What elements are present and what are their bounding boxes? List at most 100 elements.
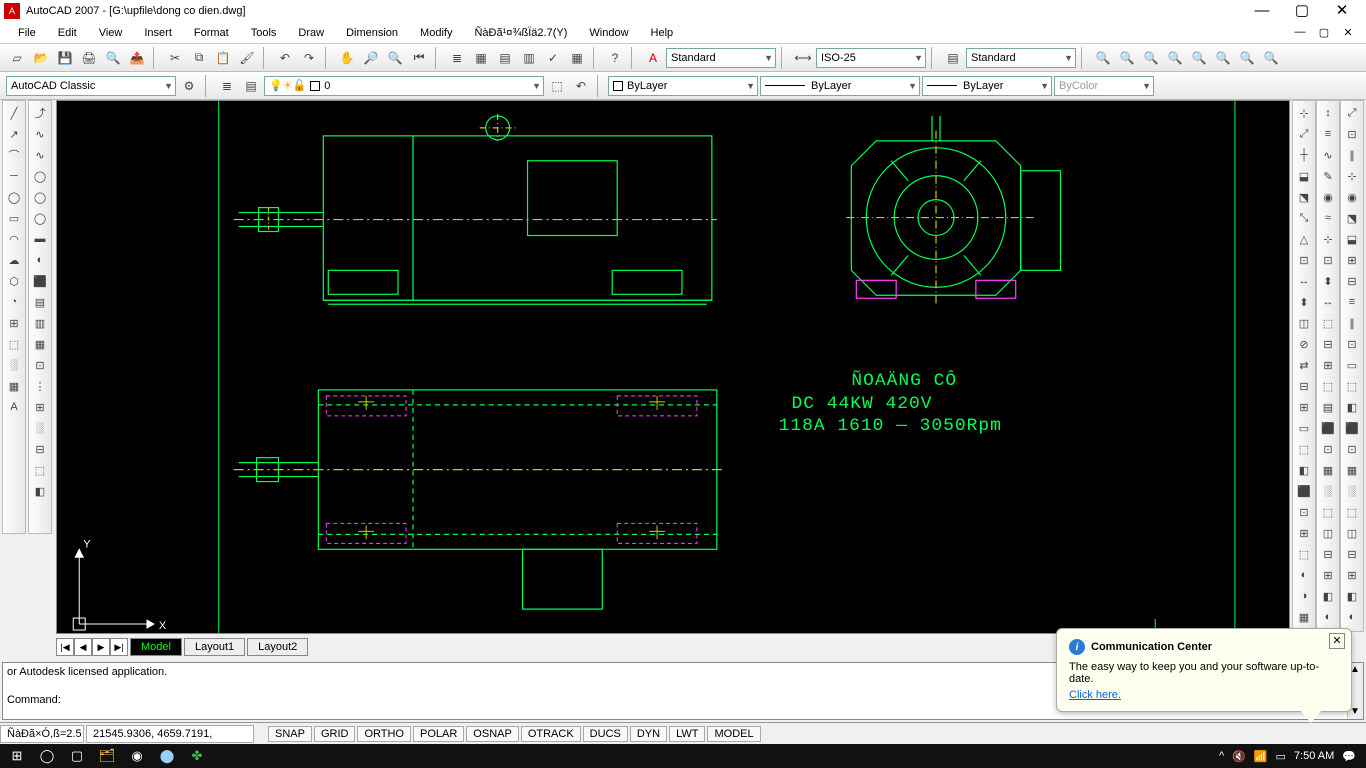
publish-icon[interactable]: 📤 (126, 47, 148, 69)
text-style-icon[interactable]: A (642, 47, 664, 69)
ssm-icon[interactable]: ▥ (518, 47, 540, 69)
chrome-icon[interactable]: ◉ (122, 744, 152, 768)
left1-btn-10[interactable]: ⊞ (4, 313, 24, 333)
right1-btn-1[interactable]: ⤢ (1294, 124, 1314, 144)
right1-btn-7[interactable]: ⊡ (1294, 250, 1314, 270)
dim-style-combo[interactable]: ISO-25▼ (816, 48, 926, 68)
app2-icon[interactable]: ✤ (182, 744, 212, 768)
redo-icon[interactable]: ↷ (298, 47, 320, 69)
zoom-rt-icon[interactable]: 🔎 (360, 47, 382, 69)
right1-btn-0[interactable]: ⊹ (1294, 103, 1314, 123)
status-toggle-model[interactable]: MODEL (707, 726, 760, 742)
linetype-combo[interactable]: ByLayer▼ (760, 76, 920, 96)
status-toggle-dyn[interactable]: DYN (630, 726, 667, 742)
left1-btn-7[interactable]: ☁ (4, 250, 24, 270)
right1-btn-21[interactable]: ⬚ (1294, 544, 1314, 564)
zoom-win-icon[interactable]: 🔍 (384, 47, 406, 69)
taskview-icon[interactable]: ▢ (62, 744, 92, 768)
right2-btn-10[interactable]: ⬚ (1318, 313, 1338, 333)
right3-btn-17[interactable]: ▦ (1342, 460, 1362, 480)
mdi-minimize-button[interactable]: — (1290, 26, 1310, 39)
dim-style-icon[interactable]: ⟷ (792, 47, 814, 69)
left1-btn-9[interactable]: ◔ (4, 292, 24, 312)
left2-btn-1[interactable]: ∿ (30, 124, 50, 144)
right2-btn-17[interactable]: ▦ (1318, 460, 1338, 480)
right3-btn-12[interactable]: ▭ (1342, 355, 1362, 375)
lineweight-combo[interactable]: ByLayer▼ (922, 76, 1052, 96)
layer-filter-icon[interactable]: ▤ (240, 75, 262, 97)
right3-btn-10[interactable]: ∥ (1342, 313, 1362, 333)
right2-btn-19[interactable]: ⬚ (1318, 502, 1338, 522)
right1-btn-13[interactable]: ⊟ (1294, 376, 1314, 396)
right2-btn-8[interactable]: ⬍ (1318, 271, 1338, 291)
right1-btn-5[interactable]: ⤡ (1294, 208, 1314, 228)
left1-btn-6[interactable]: ◠ (4, 229, 24, 249)
app1-icon[interactable]: ⬤ (152, 744, 182, 768)
right2-btn-5[interactable]: ≈ (1318, 208, 1338, 228)
table-style-combo[interactable]: Standard▼ (966, 48, 1076, 68)
right3-btn-16[interactable]: ⊡ (1342, 439, 1362, 459)
maximize-button[interactable]: ▢ (1282, 0, 1322, 22)
right1-btn-14[interactable]: ⊞ (1294, 397, 1314, 417)
zoom5-icon[interactable]: 🔍 (1188, 47, 1210, 69)
right1-btn-22[interactable]: ◐ (1294, 565, 1314, 585)
left2-btn-8[interactable]: ⬛ (30, 271, 50, 291)
right2-btn-21[interactable]: ⊟ (1318, 544, 1338, 564)
mdi-restore-button[interactable]: ▢ (1314, 26, 1334, 39)
right1-btn-8[interactable]: ↔ (1294, 271, 1314, 291)
popup-close-button[interactable]: ✕ (1329, 633, 1345, 649)
right1-btn-11[interactable]: ⊘ (1294, 334, 1314, 354)
left2-btn-9[interactable]: ▤ (30, 292, 50, 312)
left1-btn-8[interactable]: ⬡ (4, 271, 24, 291)
save-icon[interactable]: 💾 (54, 47, 76, 69)
table-style-icon[interactable]: ▤ (942, 47, 964, 69)
drawing-area[interactable]: X Y (56, 100, 1290, 634)
right3-btn-20[interactable]: ◫ (1342, 523, 1362, 543)
right3-btn-0[interactable]: ⤢ (1342, 103, 1362, 123)
right1-btn-15[interactable]: ▭ (1294, 418, 1314, 438)
tray-wifi-icon[interactable]: 📶 (1254, 750, 1268, 763)
left2-btn-14[interactable]: ⊞ (30, 397, 50, 417)
close-button[interactable]: ✕ (1322, 0, 1362, 22)
menu-file[interactable]: File (8, 25, 46, 41)
right1-btn-12[interactable]: ⇄ (1294, 355, 1314, 375)
copy-icon[interactable]: ⧉ (188, 47, 210, 69)
menu-help[interactable]: Help (641, 25, 684, 41)
tray-notifications-icon[interactable]: 💬 (1342, 750, 1356, 763)
right1-btn-6[interactable]: △ (1294, 229, 1314, 249)
zoom6-icon[interactable]: 🔍 (1212, 47, 1234, 69)
left1-btn-2[interactable]: ⌒ (4, 145, 24, 165)
zoom2-icon[interactable]: 🔍 (1116, 47, 1138, 69)
text-style-combo[interactable]: Standard▼ (666, 48, 776, 68)
status-toggle-otrack[interactable]: OTRACK (521, 726, 581, 742)
right3-btn-9[interactable]: ≡ (1342, 292, 1362, 312)
right1-btn-20[interactable]: ⊞ (1294, 523, 1314, 543)
left2-btn-15[interactable]: ░ (30, 418, 50, 438)
right2-btn-11[interactable]: ⊟ (1318, 334, 1338, 354)
layer-prev-icon[interactable]: ↶ (570, 75, 592, 97)
zoom-prev-icon[interactable]: ⏮ (408, 47, 430, 69)
match-props-icon[interactable]: 🖌 (236, 47, 258, 69)
zoom1-icon[interactable]: 🔍 (1092, 47, 1114, 69)
status-toggle-ortho[interactable]: ORTHO (357, 726, 411, 742)
menu-draw[interactable]: Draw (288, 25, 334, 41)
right3-btn-3[interactable]: ⊹ (1342, 166, 1362, 186)
right1-btn-17[interactable]: ◧ (1294, 460, 1314, 480)
right3-btn-6[interactable]: ⬓ (1342, 229, 1362, 249)
layer-combo[interactable]: 💡 ☀ 🔓 0 ▼ (264, 76, 544, 96)
right2-btn-4[interactable]: ◉ (1318, 187, 1338, 207)
right3-btn-13[interactable]: ⬚ (1342, 376, 1362, 396)
right3-btn-22[interactable]: ⊞ (1342, 565, 1362, 585)
right2-btn-9[interactable]: ↔ (1318, 292, 1338, 312)
left1-btn-1[interactable]: ↗ (4, 124, 24, 144)
help-icon[interactable]: ? (604, 47, 626, 69)
right2-btn-1[interactable]: ≡ (1318, 124, 1338, 144)
right1-btn-4[interactable]: ⬔ (1294, 187, 1314, 207)
left2-btn-6[interactable]: ▬ (30, 229, 50, 249)
popup-link[interactable]: Click here. (1069, 689, 1121, 701)
cut-icon[interactable]: ✂ (164, 47, 186, 69)
left2-btn-18[interactable]: ◧ (30, 481, 50, 501)
right3-btn-23[interactable]: ◧ (1342, 586, 1362, 606)
right3-btn-1[interactable]: ⊡ (1342, 124, 1362, 144)
tab-model[interactable]: Model (130, 638, 182, 656)
